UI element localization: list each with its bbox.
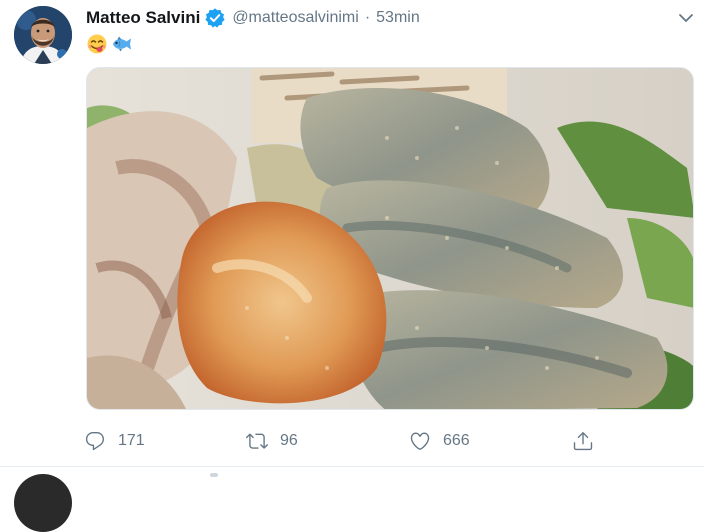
tweet-divider [0, 466, 704, 467]
reply-count: 171 [118, 432, 145, 449]
tweet[interactable]: Matteo Salvini @matteosalvinimi · 53min [0, 0, 704, 466]
avatar[interactable] [14, 6, 72, 64]
author-handle[interactable]: @matteosalvinimi [232, 9, 359, 27]
fish-emoji [113, 36, 131, 52]
retweet-count: 96 [280, 432, 298, 449]
author-name[interactable]: Matteo Salvini [86, 8, 200, 28]
next-tweet-avatar[interactable] [14, 474, 72, 532]
tweet-actions: 171 96 666 [84, 428, 604, 454]
separator-dot: · [364, 9, 371, 26]
reply-button[interactable]: 171 [84, 428, 145, 454]
chevron-down-icon[interactable] [677, 9, 695, 27]
heart-icon [410, 432, 430, 450]
face-savoring-food-emoji [87, 34, 107, 54]
share-icon [573, 432, 593, 451]
tweet-text [86, 34, 132, 54]
tweet-photo[interactable] [86, 67, 694, 410]
like-count: 666 [443, 432, 470, 449]
reply-icon [85, 432, 105, 451]
tweet-timestamp[interactable]: 53min [376, 9, 420, 27]
retweet-icon [246, 433, 268, 449]
tweet-header: Matteo Salvini @matteosalvinimi · 53min [86, 7, 420, 29]
next-tweet-header [210, 473, 218, 477]
retweet-button[interactable]: 96 [246, 428, 298, 454]
like-button[interactable]: 666 [409, 428, 470, 454]
verified-badge-icon [204, 7, 226, 29]
share-button[interactable] [572, 428, 594, 454]
